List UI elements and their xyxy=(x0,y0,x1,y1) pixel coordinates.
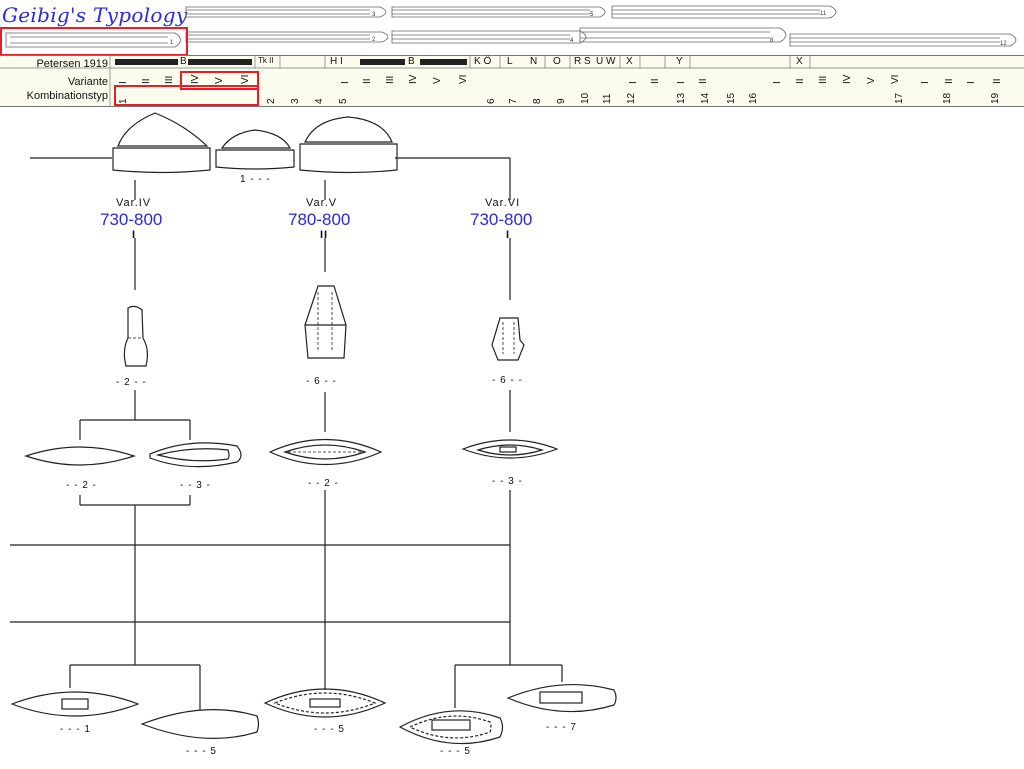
caption-grip-c: - 6 - - xyxy=(492,375,523,386)
caption-pommel-group: 1 - - - xyxy=(240,174,271,185)
caption-blade-c: - - - 5 xyxy=(314,724,345,735)
branch-date-var6: 730-800 xyxy=(470,210,533,229)
branch-date-var5: 780-800 xyxy=(288,210,351,229)
branch-date-var4: 730-800 xyxy=(100,210,163,229)
caption-blade-e: - - - 7 xyxy=(546,722,577,733)
branch-label-var6: Var.VI xyxy=(485,197,521,209)
caption-blade-b: - - - 5 xyxy=(186,746,217,757)
branch-label-var4: Var.IV xyxy=(116,197,152,209)
branch-mark-var6: I xyxy=(506,229,511,241)
caption-guard-d: - - 3 - xyxy=(492,476,523,487)
branch-mark-var5: II xyxy=(320,229,329,241)
branch-mark-var4: I xyxy=(132,229,137,241)
caption-grip-b: - 6 - - xyxy=(306,376,337,387)
caption-guard-a: - - 2 - xyxy=(66,480,97,491)
caption-guard-c: - - 2 - xyxy=(308,478,339,489)
caption-guard-b: - - 3 - xyxy=(180,480,211,491)
branch-label-var5: Var.V xyxy=(306,197,338,209)
caption-grip-a: - 2 - - xyxy=(116,377,147,388)
caption-blade-d: - - - 5 xyxy=(440,746,471,757)
caption-blade-a: - - - 1 xyxy=(60,724,91,735)
